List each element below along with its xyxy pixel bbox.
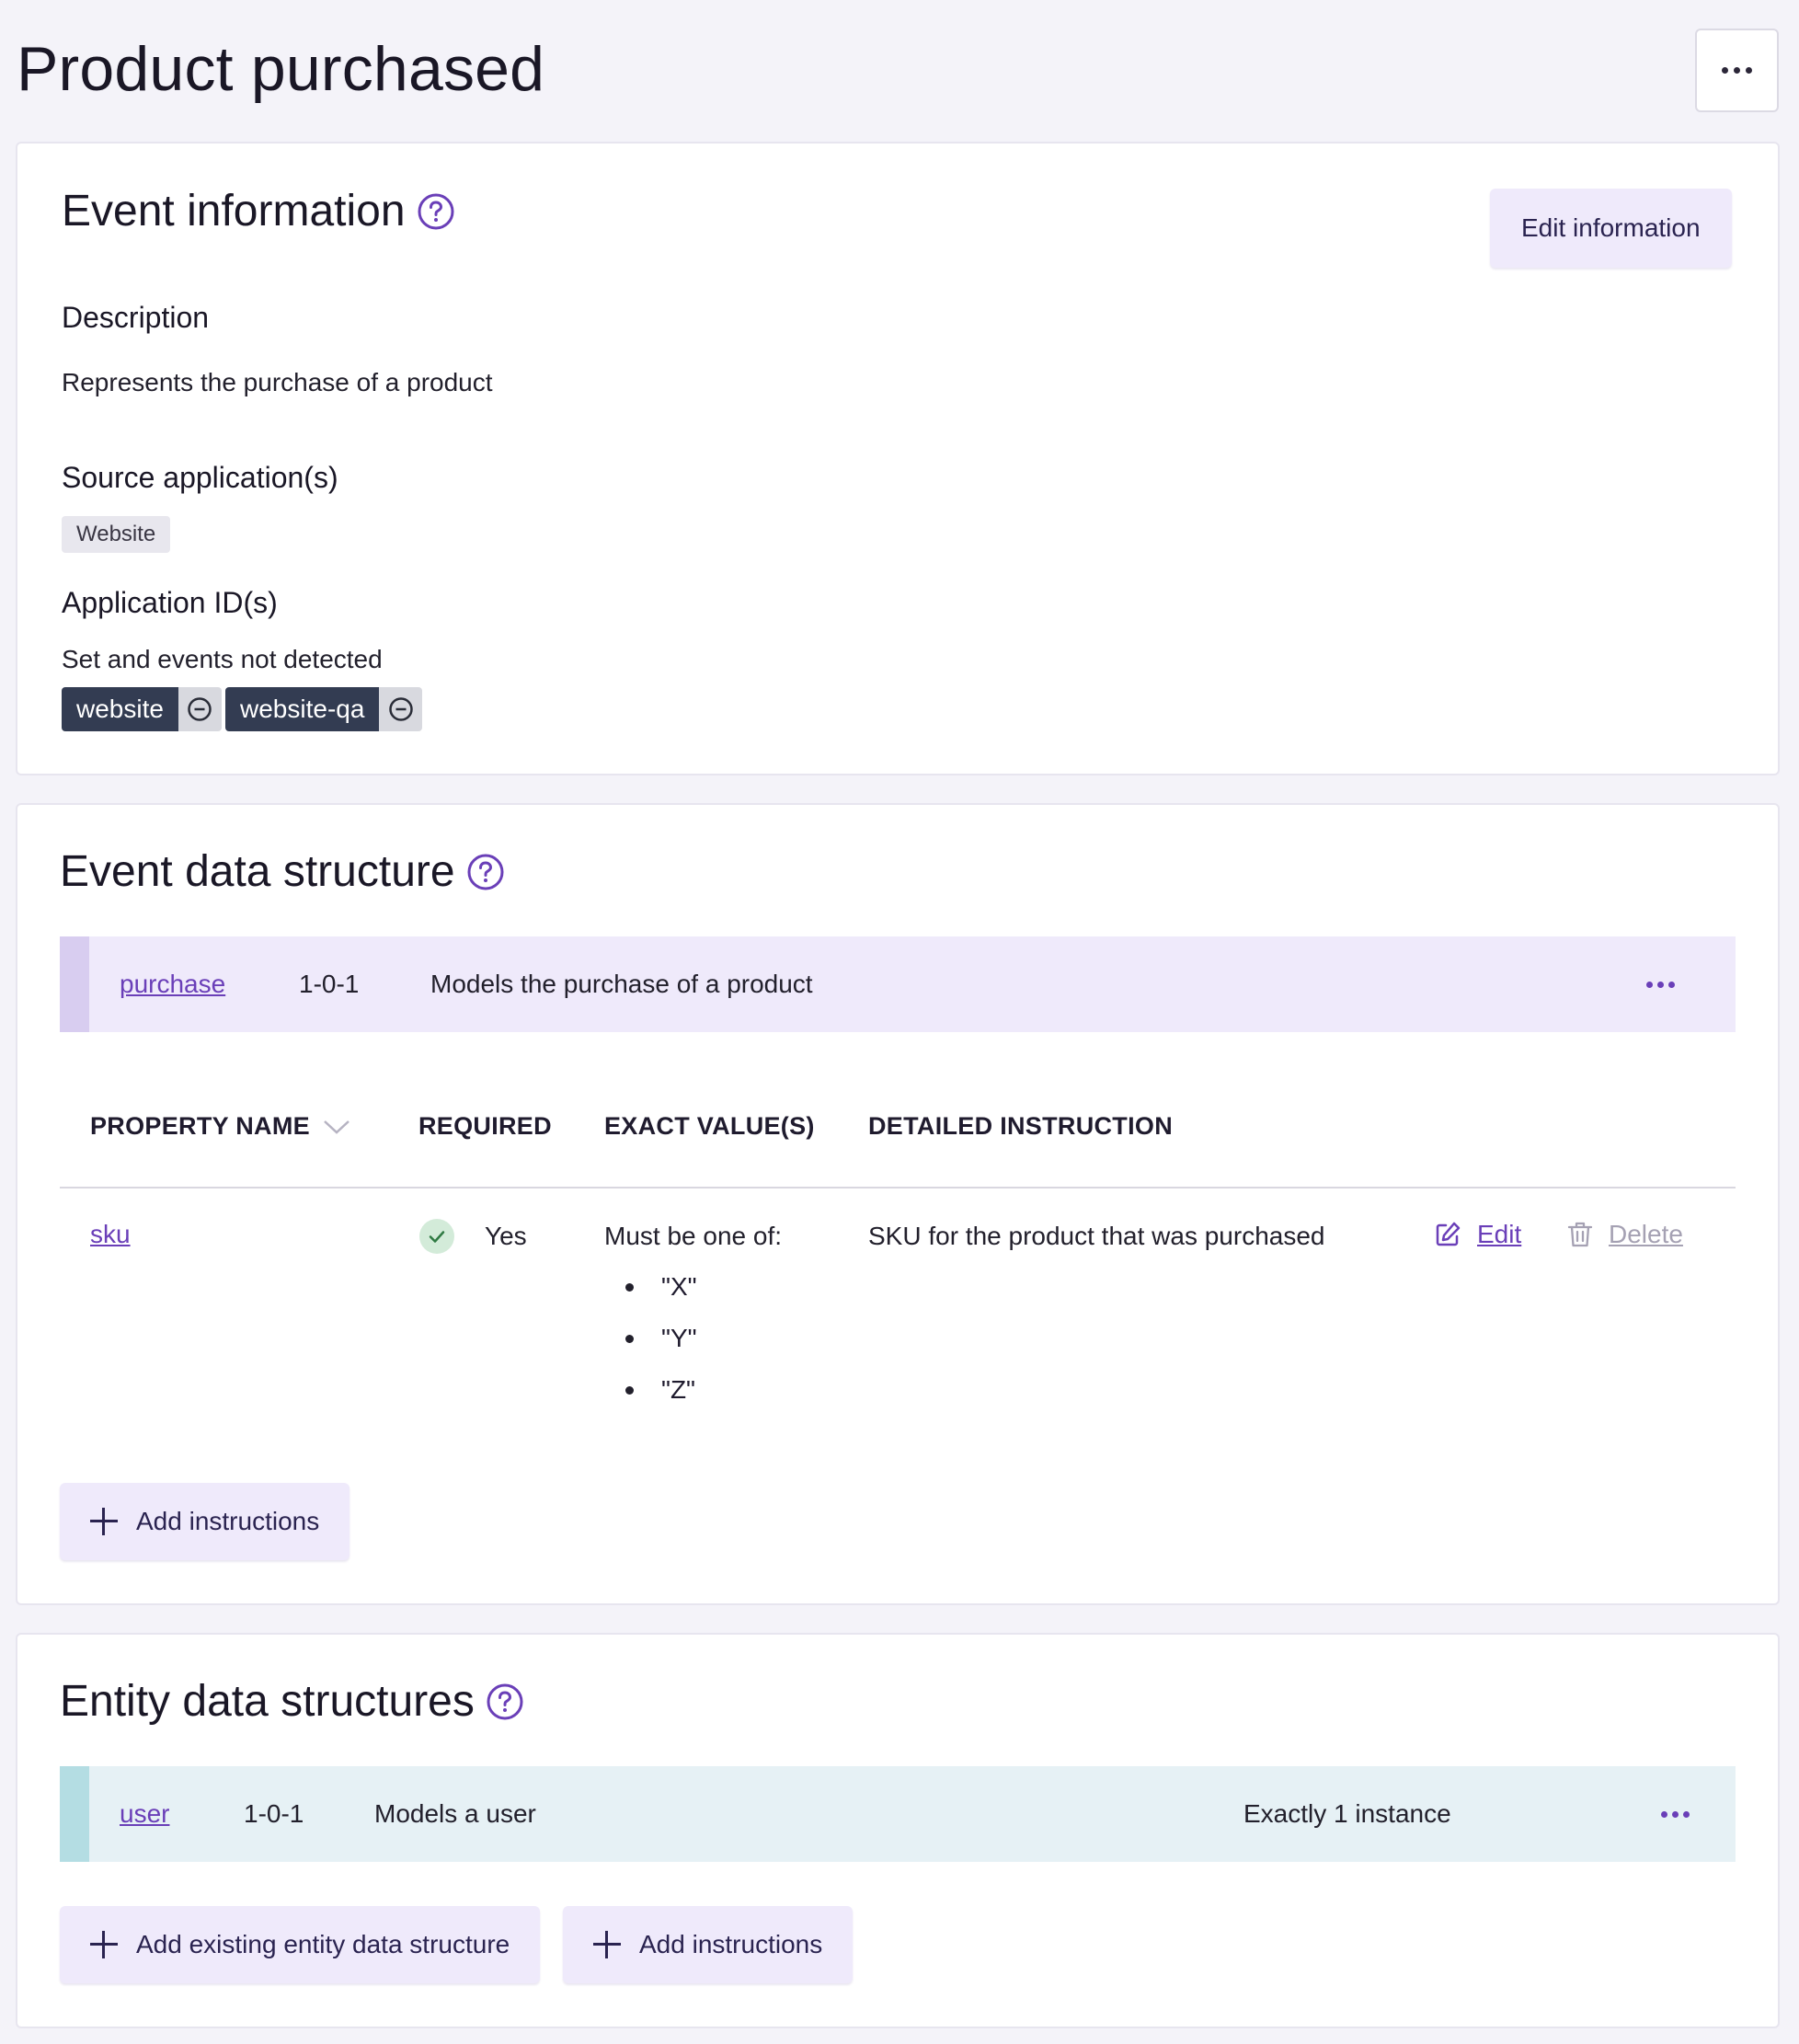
exact-value-text: "X" bbox=[661, 1272, 697, 1301]
add-entity-instructions-button[interactable]: Add instructions bbox=[563, 1906, 854, 1983]
entity-schema-description: Models a user bbox=[374, 1799, 536, 1828]
exact-value-item: "Y" bbox=[625, 1324, 697, 1353]
chevron-down-icon bbox=[324, 1120, 349, 1134]
add-existing-entity-button[interactable]: Add existing entity data structure bbox=[60, 1906, 541, 1983]
add-entity-instructions-label: Add instructions bbox=[639, 1930, 823, 1958]
column-header-property-name-label: PROPERTY NAME bbox=[90, 1112, 310, 1140]
more-horizontal-icon bbox=[1646, 981, 1675, 988]
required-value: Yes bbox=[485, 1222, 527, 1250]
source-application-tag: Website bbox=[62, 516, 171, 553]
minus-circle-icon bbox=[188, 697, 212, 721]
event-information-heading: Event information bbox=[62, 186, 455, 236]
exact-value-item: "X" bbox=[625, 1272, 697, 1302]
source-applications-label: Source application(s) bbox=[62, 461, 338, 494]
table-header-divider bbox=[60, 1187, 1736, 1189]
edit-information-button[interactable]: Edit information bbox=[1490, 189, 1732, 268]
delete-property-button[interactable]: Delete bbox=[1566, 1220, 1683, 1249]
delete-property-label: Delete bbox=[1609, 1220, 1683, 1248]
entity-schema-link[interactable]: user bbox=[120, 1799, 169, 1829]
help-circle-icon[interactable] bbox=[486, 1682, 524, 1721]
column-header-required: REQUIRED bbox=[418, 1112, 552, 1140]
event-schema-description: Models the purchase of a product bbox=[430, 970, 813, 998]
page-more-button[interactable] bbox=[1695, 29, 1779, 112]
page-header: Product purchased bbox=[0, 0, 1799, 138]
event-schema-accent bbox=[60, 936, 89, 1032]
app-id-chip-website-qa: website-qa bbox=[225, 687, 423, 731]
edit-icon bbox=[1436, 1222, 1461, 1246]
column-header-detailed-instruction: DETAILED INSTRUCTION bbox=[868, 1112, 1173, 1140]
entity-schema-accent bbox=[60, 1766, 89, 1862]
plus-icon bbox=[593, 1931, 621, 1958]
help-circle-icon[interactable] bbox=[417, 192, 455, 231]
help-circle-icon[interactable] bbox=[466, 853, 505, 891]
event-information-title: Event information bbox=[62, 187, 406, 235]
description-text: Represents the purchase of a product bbox=[62, 368, 493, 396]
event-schema-more-button[interactable] bbox=[1646, 981, 1675, 988]
exact-value-text: "Y" bbox=[661, 1324, 697, 1352]
add-existing-entity-label: Add existing entity data structure bbox=[136, 1930, 510, 1958]
edit-property-button[interactable]: Edit bbox=[1433, 1220, 1521, 1249]
event-schema-version: 1-0-1 bbox=[299, 970, 360, 998]
entity-schema-row: user 1-0-1 Models a user Exactly 1 insta… bbox=[60, 1766, 1736, 1862]
app-id-chip-label: website bbox=[62, 687, 178, 731]
event-data-structure-title: Event data structure bbox=[60, 847, 455, 896]
trash-icon bbox=[1567, 1222, 1593, 1247]
check-icon bbox=[418, 1218, 455, 1255]
edit-property-label: Edit bbox=[1477, 1220, 1522, 1248]
entity-cardinality: Exactly 1 instance bbox=[1243, 1799, 1451, 1828]
event-schema-link[interactable]: purchase bbox=[120, 970, 225, 999]
event-schema-row: purchase 1-0-1 Models the purchase of a … bbox=[60, 936, 1736, 1032]
edit-information-label: Edit information bbox=[1521, 213, 1701, 242]
more-horizontal-icon bbox=[1661, 1810, 1690, 1818]
column-header-exact-values: EXACT VALUE(S) bbox=[604, 1112, 815, 1140]
entity-data-structures-heading: Entity data structures bbox=[60, 1676, 524, 1727]
exact-value-text: "Z" bbox=[661, 1375, 695, 1404]
plus-icon bbox=[90, 1931, 118, 1958]
property-name-link[interactable]: sku bbox=[90, 1220, 131, 1249]
application-ids-status: Set and events not detected bbox=[62, 645, 383, 673]
add-instructions-label: Add instructions bbox=[136, 1507, 320, 1535]
exact-value-item: "Z" bbox=[625, 1375, 695, 1405]
entity-schema-more-button[interactable] bbox=[1661, 1810, 1690, 1818]
page-title: Product purchased bbox=[17, 34, 545, 104]
description-label: Description bbox=[62, 301, 210, 334]
add-instructions-button[interactable]: Add instructions bbox=[60, 1483, 350, 1560]
source-application-tag-label: Website bbox=[76, 522, 156, 546]
remove-app-id-button[interactable] bbox=[178, 687, 222, 731]
event-information-card: Event information Edit information Descr… bbox=[16, 142, 1780, 775]
column-header-property-name[interactable]: PROPERTY NAME bbox=[90, 1112, 350, 1141]
app-id-chip-website: website bbox=[62, 687, 222, 731]
plus-icon bbox=[90, 1508, 118, 1535]
event-data-structure-heading: Event data structure bbox=[60, 846, 505, 897]
entity-schema-version: 1-0-1 bbox=[244, 1799, 304, 1828]
minus-circle-icon bbox=[389, 697, 413, 721]
exact-values-intro: Must be one of: bbox=[604, 1222, 783, 1250]
instruction-text: SKU for the product that was purchased bbox=[868, 1222, 1325, 1250]
entity-data-structures-title: Entity data structures bbox=[60, 1677, 475, 1726]
app-id-chip-label: website-qa bbox=[225, 687, 380, 731]
more-horizontal-icon bbox=[1722, 67, 1752, 74]
remove-app-id-button[interactable] bbox=[379, 687, 423, 731]
application-ids-label: Application ID(s) bbox=[62, 586, 278, 619]
